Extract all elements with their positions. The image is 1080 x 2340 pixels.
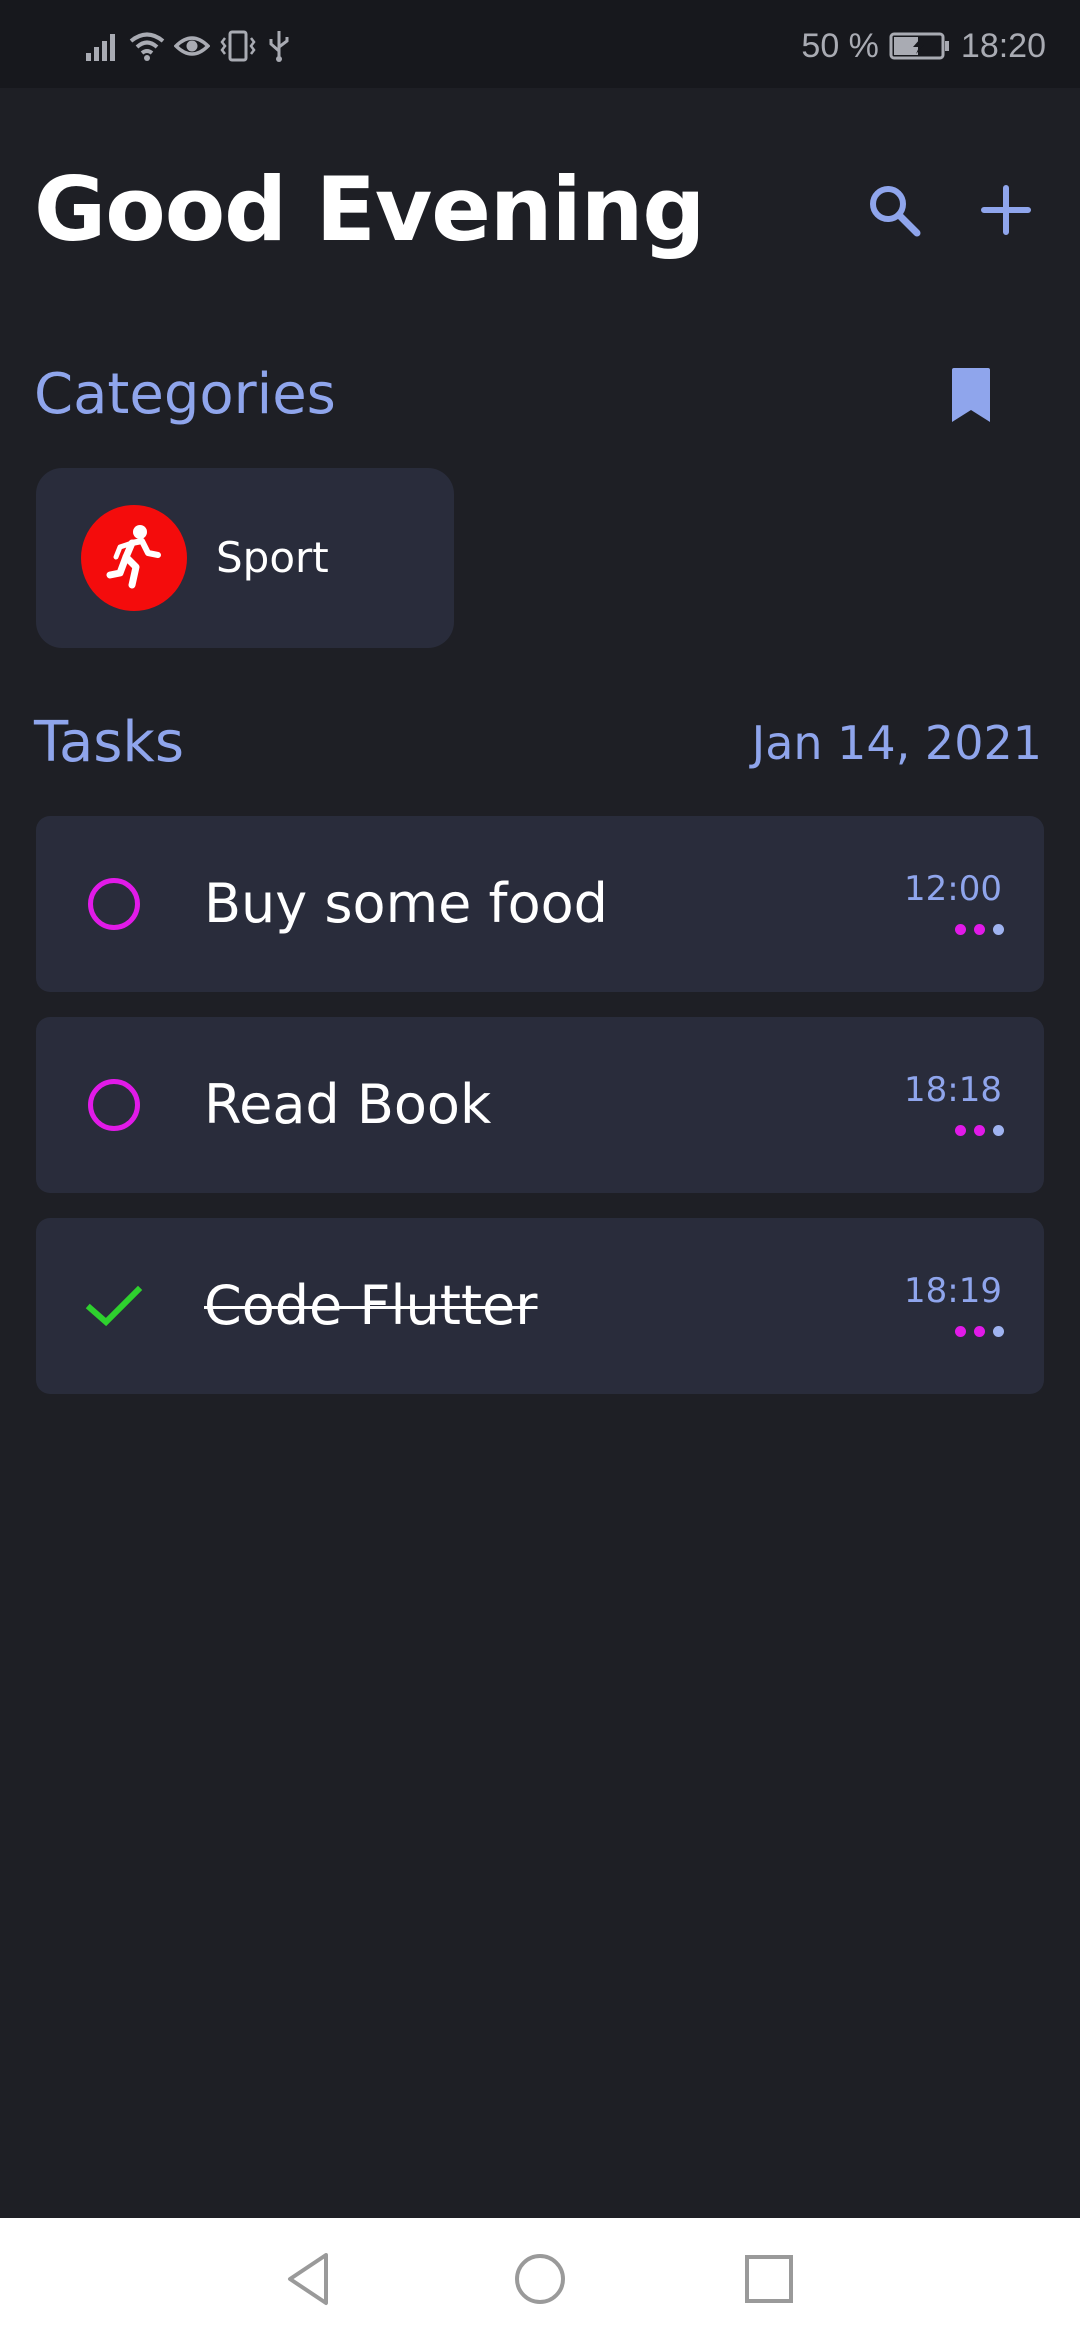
dot-icon (974, 1326, 985, 1337)
header: Good Evening (34, 150, 1046, 270)
task-item[interactable]: Buy some food 12:00 (36, 816, 1044, 992)
search-button[interactable] (854, 170, 934, 250)
more-options-button[interactable] (955, 1125, 1004, 1136)
unchecked-circle-icon (88, 1079, 140, 1131)
task-time: 18:18 (904, 1070, 1002, 1110)
checkmark-icon (85, 1285, 143, 1327)
category-card-sport[interactable]: Sport (36, 468, 454, 648)
dot-icon (993, 924, 1004, 935)
recents-button[interactable] (732, 2242, 806, 2316)
back-icon (288, 2253, 328, 2305)
task-item[interactable]: Read Book 18:18 (36, 1017, 1044, 1193)
home-icon (515, 2254, 565, 2304)
category-label: Sport (216, 533, 329, 582)
home-button[interactable] (503, 2242, 577, 2316)
battery-charging-icon (889, 31, 951, 61)
greeting-title: Good Evening (34, 158, 705, 261)
recents-icon (745, 2255, 793, 2303)
task-item[interactable]: Code Flutter 18:19 (36, 1218, 1044, 1394)
status-right: 50 % 18:20 (801, 22, 1046, 70)
signal-icon (86, 31, 120, 61)
system-nav-bar (0, 2218, 1080, 2340)
status-bar: 50 % 18:20 (0, 0, 1080, 88)
task-title: Buy some food (204, 872, 608, 935)
status-icons (86, 24, 292, 68)
bookmark-icon (952, 368, 990, 422)
running-person-icon (106, 525, 161, 589)
back-button[interactable] (272, 2242, 346, 2316)
add-task-button[interactable] (966, 170, 1046, 250)
more-options-button[interactable] (955, 924, 1004, 935)
dot-icon (955, 924, 966, 935)
eye-icon (174, 32, 210, 60)
task-title: Read Book (204, 1073, 492, 1136)
task-checkbox[interactable] (84, 1075, 144, 1135)
tasks-date[interactable]: Jan 14, 2021 (752, 712, 1042, 774)
task-title: Code Flutter (204, 1274, 538, 1337)
category-avatar (81, 505, 187, 611)
clock: 18:20 (960, 26, 1046, 65)
dot-icon (974, 924, 985, 935)
dot-icon (955, 1125, 966, 1136)
battery-percent: 50 % (801, 26, 879, 65)
wifi-icon (128, 30, 166, 62)
usb-icon (266, 29, 292, 63)
vibrate-icon (218, 30, 258, 62)
dot-icon (974, 1125, 985, 1136)
dot-icon (993, 1326, 1004, 1337)
task-checkbox[interactable] (84, 1276, 144, 1336)
plus-icon (981, 185, 1031, 235)
unchecked-circle-icon (88, 878, 140, 930)
task-time: 18:19 (904, 1271, 1002, 1311)
categories-title: Categories (34, 362, 336, 427)
dot-icon (993, 1125, 1004, 1136)
bookmark-button[interactable] (935, 360, 1007, 432)
task-time: 12:00 (904, 869, 1002, 909)
more-options-button[interactable] (955, 1326, 1004, 1337)
search-icon (870, 186, 921, 237)
task-checkbox[interactable] (84, 874, 144, 934)
dot-icon (955, 1326, 966, 1337)
tasks-title: Tasks (34, 710, 185, 775)
